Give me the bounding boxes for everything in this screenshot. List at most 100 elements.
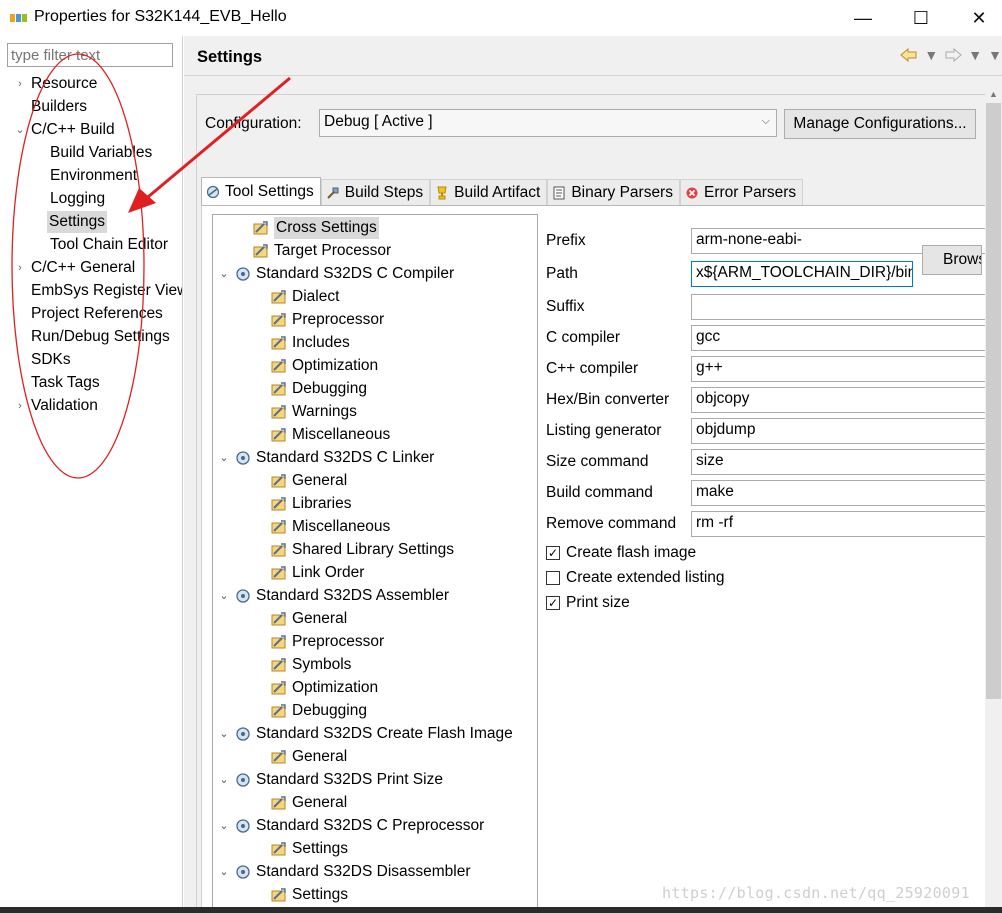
tree-item[interactable]: General [253, 746, 347, 768]
tree-item[interactable]: Target Processor [235, 240, 391, 262]
collapse-chevron-icon[interactable]: ⌄ [217, 585, 231, 607]
configuration-select[interactable]: Debug [ Active ] ⌵ [319, 109, 777, 137]
tree-item[interactable]: Optimization [253, 677, 378, 699]
tree-item-label: General [292, 794, 348, 811]
tree-item[interactable]: Includes [253, 332, 350, 354]
tree-item[interactable]: ⌄ Standard S32DS C Preprocessor [217, 815, 484, 837]
c-compiler-field[interactable]: gcc [691, 325, 991, 351]
nav-item-settings[interactable]: Settings [47, 211, 108, 233]
collapse-chevron-icon[interactable]: ⌄ [217, 861, 231, 883]
nav-item-resource[interactable]: Resource [31, 73, 97, 95]
vertical-scrollbar[interactable]: ▲ [985, 86, 1002, 907]
tree-item[interactable]: Debugging [253, 700, 367, 722]
nav-item-tool-chain-editor[interactable]: Tool Chain Editor [50, 234, 168, 256]
filter-input[interactable] [7, 43, 173, 67]
tree-item[interactable]: Miscellaneous [253, 516, 390, 538]
nav-item-embsys-register-view[interactable]: EmbSys Register View [31, 280, 182, 302]
tree-item[interactable]: Settings [253, 884, 348, 906]
tree-item[interactable]: ⌄ Standard S32DS Disassembler [217, 861, 470, 883]
nav-item-environment[interactable]: Environment [50, 165, 137, 187]
tree-item[interactable]: ⌄ Standard S32DS Assembler [217, 585, 449, 607]
nav-item-cpp-general[interactable]: C/C++ General [31, 257, 135, 279]
back-arrow-icon[interactable] [900, 48, 918, 62]
tab-binary-parsers[interactable]: Binary Parsers [547, 179, 680, 205]
tree-item[interactable]: Link Order [253, 562, 364, 584]
print-size-checkbox[interactable]: ✓ [546, 596, 560, 610]
tree-item[interactable]: Preprocessor [253, 309, 384, 331]
configuration-label: Configuration: [205, 115, 302, 132]
tree-item[interactable]: Libraries [253, 493, 351, 515]
print-size-option[interactable]: ✓ Print size [546, 592, 630, 614]
tree-item[interactable]: Preprocessor [253, 631, 384, 653]
create-extended-listing-checkbox[interactable] [546, 571, 560, 585]
collapse-chevron-icon[interactable]: ⌄ [14, 119, 26, 141]
nav-item-project-references[interactable]: Project References [31, 303, 163, 325]
tree-item[interactable]: Miscellaneous [253, 424, 390, 446]
tree-item[interactable]: ⌄ Standard S32DS C Compiler [217, 263, 454, 285]
nav-item-logging[interactable]: Logging [50, 188, 105, 210]
tree-item[interactable]: ⌄ Standard S32DS C Linker [217, 447, 434, 469]
remove-command-field[interactable]: rm -rf [691, 511, 991, 537]
option-category-icon [271, 681, 286, 695]
option-category-icon [253, 221, 268, 235]
view-menu-chevron-icon[interactable]: ▼ [988, 47, 1002, 63]
tree-item[interactable]: Warnings [253, 401, 357, 423]
nav-item-task-tags[interactable]: Task Tags [31, 372, 100, 394]
create-flash-image-option[interactable]: ✓ Create flash image [546, 542, 696, 564]
nav-item-builders[interactable]: Builders [31, 96, 87, 118]
scroll-up-arrow-icon[interactable]: ▲ [985, 86, 1002, 103]
back-menu-chevron-icon[interactable]: ▼ [924, 47, 938, 63]
tab-label: Error Parsers [703, 183, 797, 201]
expand-chevron-icon[interactable]: › [14, 73, 26, 95]
tab-build-artifact[interactable]: Build Artifact [430, 179, 548, 205]
tree-item[interactable]: General [253, 470, 347, 492]
tab-label: Binary Parsers [571, 183, 673, 201]
nav-item-run-debug-settings[interactable]: Run/Debug Settings [31, 326, 170, 348]
browse-button[interactable]: Browse... [922, 245, 982, 275]
tree-item[interactable]: Settings [253, 838, 348, 860]
tree-item[interactable]: General [253, 792, 347, 814]
tree-item[interactable]: ⌄ Standard S32DS Print Size [217, 769, 443, 791]
tree-item[interactable]: Optimization [253, 355, 378, 377]
listing-generator-field[interactable]: objdump [691, 418, 991, 444]
tab-tool-settings[interactable]: Tool Settings [201, 177, 321, 205]
minimize-button[interactable]: — [840, 4, 886, 32]
collapse-chevron-icon[interactable]: ⌄ [217, 815, 231, 837]
close-button[interactable]: ✕ [956, 4, 1002, 32]
tree-item[interactable]: Shared Library Settings [253, 539, 454, 561]
collapse-chevron-icon[interactable]: ⌄ [217, 769, 231, 791]
hex-bin-converter-field[interactable]: objcopy [691, 387, 991, 413]
nav-item-sdks[interactable]: SDKs [31, 349, 71, 371]
create-flash-image-checkbox[interactable]: ✓ [546, 546, 560, 560]
tree-item-label: Standard S32DS Create Flash Image [256, 725, 513, 742]
scrollbar-thumb[interactable] [986, 103, 1001, 699]
collapse-chevron-icon[interactable]: ⌄ [217, 447, 231, 469]
nav-item-build-variables[interactable]: Build Variables [50, 142, 152, 164]
nav-item-validation[interactable]: Validation [31, 395, 98, 417]
forward-arrow-icon[interactable] [944, 48, 963, 62]
manage-configurations-button[interactable]: Manage Configurations... [784, 109, 976, 139]
build-command-field[interactable]: make [691, 480, 991, 506]
title-bar: Properties for S32K144_EVB_Hello — ☐ ✕ [0, 0, 1002, 36]
tree-item[interactable]: Debugging [253, 378, 367, 400]
cpp-compiler-field[interactable]: g++ [691, 356, 991, 382]
expand-chevron-icon[interactable]: › [14, 395, 26, 417]
tree-item[interactable]: Cross Settings [235, 217, 379, 239]
forward-menu-chevron-icon[interactable]: ▼ [968, 47, 982, 63]
size-command-field[interactable]: size [691, 449, 991, 475]
tab-error-parsers[interactable]: Error Parsers [679, 179, 804, 205]
tree-item[interactable]: General [253, 608, 347, 630]
settings-page: Settings ▼ ▼ ▼ Configuration: Debug [ Ac… [184, 36, 1002, 907]
nav-item-cpp-build[interactable]: C/C++ Build [31, 119, 115, 141]
tree-item[interactable]: ⌄ Standard S32DS Create Flash Image [217, 723, 513, 745]
maximize-button[interactable]: ☐ [898, 4, 944, 32]
create-extended-listing-option[interactable]: Create extended listing [546, 567, 725, 589]
expand-chevron-icon[interactable]: › [14, 257, 26, 279]
tree-item[interactable]: Dialect [253, 286, 339, 308]
tab-build-steps[interactable]: Build Steps [320, 179, 431, 205]
path-field[interactable]: x${ARM_TOOLCHAIN_DIR}/bin [691, 261, 913, 287]
collapse-chevron-icon[interactable]: ⌄ [217, 263, 231, 285]
collapse-chevron-icon[interactable]: ⌄ [217, 723, 231, 745]
tree-item[interactable]: Symbols [253, 654, 351, 676]
suffix-field[interactable] [691, 294, 991, 320]
